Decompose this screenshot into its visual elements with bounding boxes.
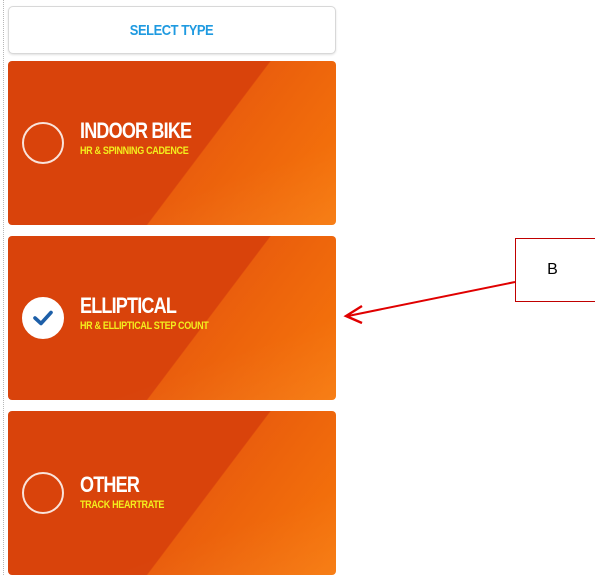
annotation-arrow-icon bbox=[343, 281, 516, 325]
